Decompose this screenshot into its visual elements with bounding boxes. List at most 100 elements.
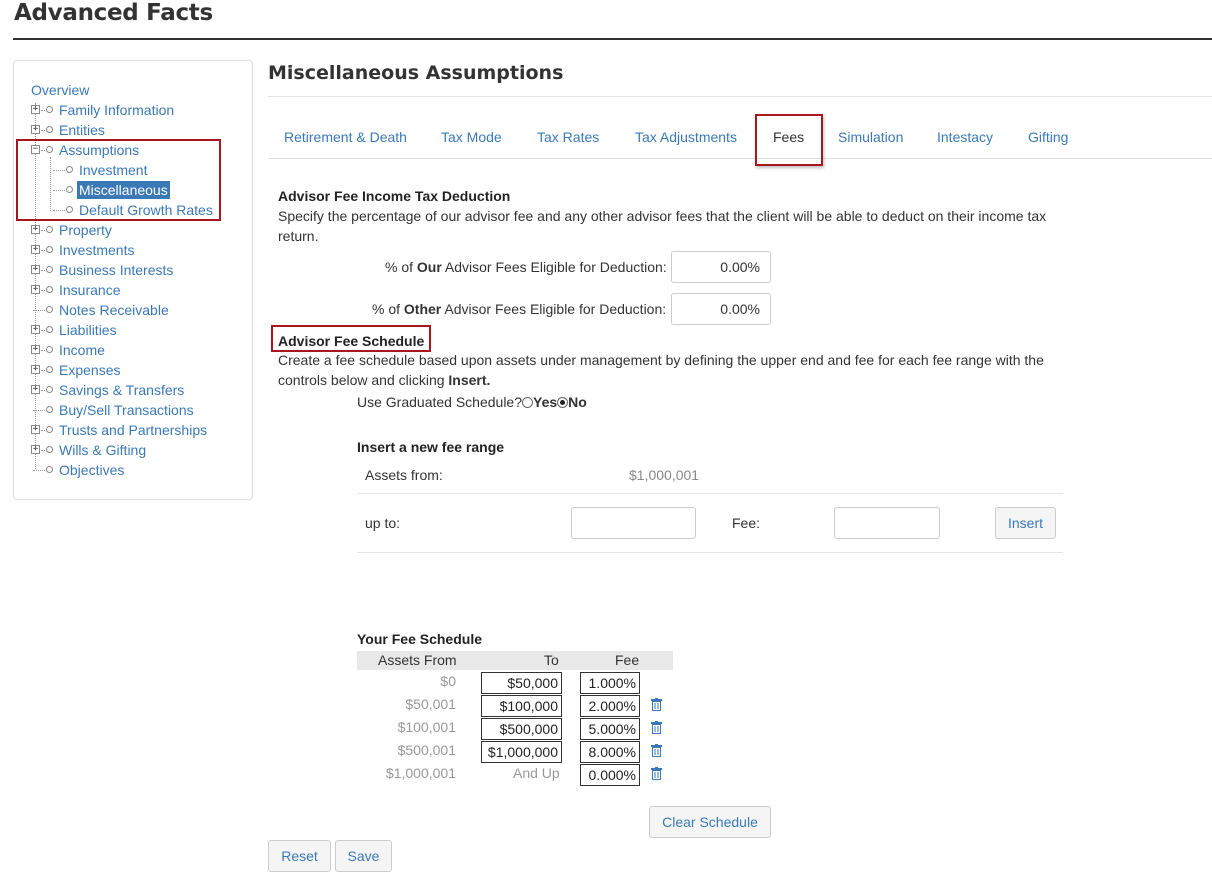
up-to-input[interactable] xyxy=(571,507,696,539)
sidebar-item-overview[interactable]: Overview xyxy=(31,81,89,99)
expand-icon[interactable]: + xyxy=(31,325,40,334)
sidebar-item-label: Income xyxy=(59,342,105,358)
expand-icon[interactable]: + xyxy=(31,105,40,114)
trash-icon[interactable] xyxy=(651,767,662,780)
tab-simulation[interactable]: Simulation xyxy=(838,129,903,145)
node-icon xyxy=(46,466,53,473)
sidebar-item-label: Expenses xyxy=(59,362,121,378)
title-separator xyxy=(268,96,1212,97)
schedule-fee-cell[interactable]: 2.000% xyxy=(580,695,640,717)
graduated-schedule-row: Use Graduated Schedule? Yes No xyxy=(357,394,587,410)
node-icon xyxy=(46,246,53,253)
node-icon xyxy=(46,386,53,393)
insert-range-title: Insert a new fee range xyxy=(357,439,505,455)
trash-icon[interactable] xyxy=(651,698,662,711)
sidebar-item-label: Wills & Gifting xyxy=(59,442,147,458)
other-fees-input[interactable] xyxy=(671,293,771,325)
node-icon xyxy=(46,226,53,233)
node-icon xyxy=(46,106,53,113)
schedule-fee-cell[interactable]: 0.000% xyxy=(580,764,640,786)
header-fee: Fee xyxy=(615,652,640,668)
schedule-fee-cell[interactable]: 1.000% xyxy=(580,672,640,694)
save-button[interactable]: Save xyxy=(335,840,392,872)
app-title: Advanced Facts xyxy=(14,0,213,26)
expand-icon[interactable]: + xyxy=(31,285,40,294)
sidebar-item-label: Overview xyxy=(31,82,90,98)
trash-icon[interactable] xyxy=(651,744,662,757)
our-fees-label: % of Our Advisor Fees Eligible for Deduc… xyxy=(385,259,667,275)
graduated-yes-radio[interactable] xyxy=(522,397,533,408)
schedule-table-header: Assets From To Fee xyxy=(357,651,673,670)
expand-icon[interactable]: + xyxy=(31,225,40,234)
sidebar-item-label: Property xyxy=(59,222,112,238)
highlight-box-assumptions xyxy=(16,139,221,221)
reset-button[interactable]: Reset xyxy=(268,840,331,872)
your-schedule-title: Your Fee Schedule xyxy=(357,631,482,647)
schedule-from-cell: $50,001 xyxy=(405,696,456,712)
node-icon xyxy=(46,326,53,333)
sidebar-item-label: Notes Receivable xyxy=(59,302,169,318)
deduction-section-title: Advisor Fee Income Tax Deduction xyxy=(278,188,511,204)
fee-input[interactable] xyxy=(834,507,940,539)
page-title: Miscellaneous Assumptions xyxy=(268,62,564,84)
graduated-no-radio[interactable] xyxy=(557,397,569,408)
node-icon xyxy=(46,126,53,133)
schedule-to-cell[interactable]: $500,000 xyxy=(481,718,562,740)
schedule-to-cell[interactable]: $1,000,000 xyxy=(481,741,562,763)
expand-icon[interactable]: + xyxy=(31,425,40,434)
tab-intestacy[interactable]: Intestacy xyxy=(937,129,993,145)
schedule-to-cell[interactable]: $50,000 xyxy=(481,672,562,694)
other-fees-label: % of Other Advisor Fees Eligible for Ded… xyxy=(372,301,667,317)
schedule-fee-cell[interactable]: 5.000% xyxy=(580,718,640,740)
header-to: To xyxy=(544,652,559,668)
schedule-fee-cell[interactable]: 8.000% xyxy=(580,741,640,763)
schedule-to-cell: And Up xyxy=(513,765,560,781)
tab-tax-mode[interactable]: Tax Mode xyxy=(441,129,502,145)
tabs-baseline xyxy=(268,158,1212,159)
schedule-from-cell: $0 xyxy=(440,673,456,689)
expand-icon[interactable]: + xyxy=(31,385,40,394)
up-to-label: up to: xyxy=(365,515,401,531)
expand-icon[interactable]: + xyxy=(31,345,40,354)
assets-from-label: Assets from: xyxy=(365,467,443,483)
fee-label: Fee: xyxy=(732,515,761,531)
node-icon xyxy=(46,446,53,453)
expand-icon[interactable]: + xyxy=(31,445,40,454)
deduction-description-line2: return. xyxy=(278,228,319,244)
expand-icon[interactable]: + xyxy=(31,125,40,134)
deduction-description-line1: Specify the percentage of our advisor fe… xyxy=(278,208,1047,224)
trash-icon[interactable] xyxy=(651,721,662,734)
sidebar-item-label: Insurance xyxy=(59,282,121,298)
sidebar-item-label: Savings & Transfers xyxy=(59,382,185,398)
sidebar-item-label: Buy/Sell Transactions xyxy=(59,402,194,418)
schedule-from-cell: $100,001 xyxy=(397,719,456,735)
sidebar-nav: Overview + Family Information + Entities… xyxy=(13,60,253,500)
tab-retirement-death[interactable]: Retirement & Death xyxy=(284,129,407,145)
expand-icon[interactable]: + xyxy=(31,365,40,374)
node-icon xyxy=(46,406,53,413)
node-icon xyxy=(46,346,53,353)
tab-gifting[interactable]: Gifting xyxy=(1028,129,1068,145)
schedule-to-cell[interactable]: $100,000 xyxy=(481,695,562,717)
schedule-from-cell: $1,000,001 xyxy=(385,765,456,781)
title-divider xyxy=(13,38,1212,40)
node-icon xyxy=(46,286,53,293)
schedule-description-line1: Create a fee schedule based upon assets … xyxy=(278,352,1044,368)
row-divider xyxy=(357,493,1063,494)
row-divider xyxy=(357,552,1063,553)
schedule-from-cell: $500,001 xyxy=(397,742,456,758)
sidebar-item-label: Family Information xyxy=(59,102,175,118)
node-icon xyxy=(46,366,53,373)
highlight-box-fee-schedule xyxy=(271,325,431,352)
tab-tax-rates[interactable]: Tax Rates xyxy=(537,129,599,145)
sidebar-item-label: Trusts and Partnerships xyxy=(59,422,208,438)
expand-icon[interactable]: + xyxy=(31,265,40,274)
clear-schedule-button[interactable]: Clear Schedule xyxy=(649,806,771,838)
expand-icon[interactable]: + xyxy=(31,245,40,254)
sidebar-item-label: Business Interests xyxy=(59,262,174,278)
insert-button[interactable]: Insert xyxy=(995,507,1056,539)
our-fees-input[interactable] xyxy=(671,251,771,283)
node-icon xyxy=(46,266,53,273)
schedule-description-line2: controls below and clicking Insert. xyxy=(278,372,491,388)
tab-tax-adjustments[interactable]: Tax Adjustments xyxy=(635,129,737,145)
